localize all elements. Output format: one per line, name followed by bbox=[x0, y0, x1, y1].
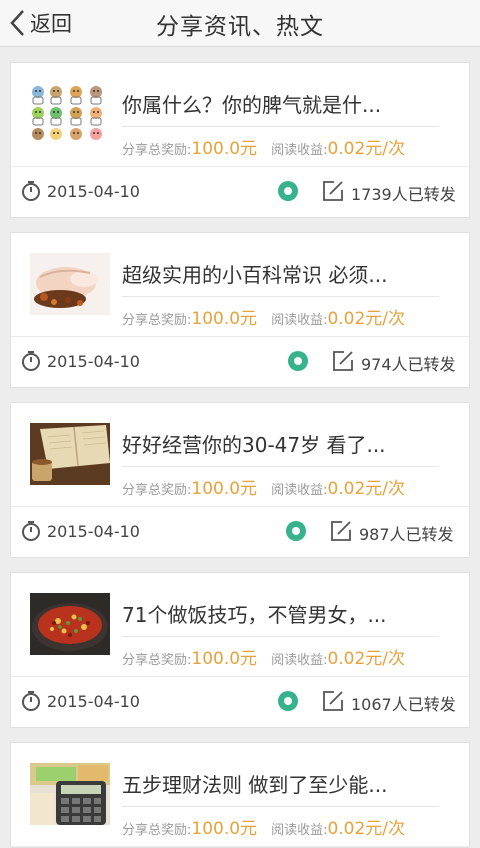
stopwatch-icon bbox=[22, 181, 40, 201]
article-card[interactable]: 71个做饭技巧，不管男女，... 分享总奖励:100.0元 阅读收益:0.02元/… bbox=[10, 572, 470, 728]
divider bbox=[122, 296, 439, 297]
book-and-tea-image bbox=[30, 423, 110, 485]
date-group: 2015-04-10 bbox=[21, 350, 140, 372]
spa-face-image bbox=[30, 253, 110, 315]
income-label: 阅读收益: bbox=[271, 823, 328, 838]
article-stats: 分享总奖励:100.0元 阅读收益:0.02元/次 bbox=[122, 474, 405, 499]
divider bbox=[122, 466, 439, 467]
article-title: 你属什么？你的脾气就是什... bbox=[122, 93, 382, 117]
income-label: 阅读收益: bbox=[271, 483, 328, 498]
forward-icon[interactable] bbox=[321, 689, 345, 713]
moments-share-icon[interactable] bbox=[287, 350, 309, 372]
article-title: 好好经营你的30-47岁 看了... bbox=[122, 433, 386, 457]
article-card[interactable]: 超级实用的小百科常识 必须... 分享总奖励:100.0元 阅读收益:0.02元/… bbox=[10, 232, 470, 388]
moments-share-icon[interactable] bbox=[277, 690, 299, 712]
forward-icon[interactable] bbox=[331, 349, 355, 373]
article-title: 五步理财法则 做到了至少能... bbox=[122, 773, 388, 797]
date-group: 2015-04-10 bbox=[21, 690, 140, 712]
reward-amount: 100.0元 bbox=[191, 479, 258, 499]
article-list: 你属什么？你的脾气就是什... 分享总奖励:100.0元 阅读收益:0.02元/次… bbox=[0, 62, 480, 848]
reward-amount: 100.0元 bbox=[191, 139, 258, 159]
divider bbox=[122, 806, 439, 807]
moments-share-icon[interactable] bbox=[277, 180, 299, 202]
article-stats: 分享总奖励:100.0元 阅读收益:0.02元/次 bbox=[122, 814, 405, 839]
forward-count: 1067人已转发 bbox=[351, 695, 456, 714]
reward-amount: 100.0元 bbox=[191, 649, 258, 669]
article-main[interactable]: 好好经营你的30-47岁 看了... 分享总奖励:100.0元 阅读收益:0.02… bbox=[11, 403, 469, 507]
article-title: 71个做饭技巧，不管男女，... bbox=[122, 603, 387, 627]
income-amount: 0.02元/次 bbox=[327, 309, 406, 329]
reward-label: 分享总奖励: bbox=[122, 143, 192, 158]
article-main[interactable]: 超级实用的小百科常识 必须... 分享总奖励:100.0元 阅读收益:0.02元/… bbox=[11, 233, 469, 337]
forward-count: 974人已转发 bbox=[361, 355, 456, 374]
income-amount: 0.02元/次 bbox=[327, 139, 406, 159]
date-group: 2015-04-10 bbox=[21, 520, 140, 542]
reward-amount: 100.0元 bbox=[191, 309, 258, 329]
article-stats: 分享总奖励:100.0元 阅读收益:0.02元/次 bbox=[122, 304, 405, 329]
article-card[interactable]: 好好经营你的30-47岁 看了... 分享总奖励:100.0元 阅读收益:0.02… bbox=[10, 402, 470, 558]
forward-icon[interactable] bbox=[321, 179, 345, 203]
forward-count: 1739人已转发 bbox=[351, 185, 456, 204]
article-title: 超级实用的小百科常识 必须... bbox=[122, 263, 388, 287]
publish-date: 2015-04-10 bbox=[47, 521, 140, 541]
income-amount: 0.02元/次 bbox=[327, 649, 406, 669]
income-amount: 0.02元/次 bbox=[327, 819, 406, 839]
article-main[interactable]: 你属什么？你的脾气就是什... 分享总奖励:100.0元 阅读收益:0.02元/次 bbox=[11, 63, 469, 167]
income-label: 阅读收益: bbox=[271, 313, 328, 328]
income-label: 阅读收益: bbox=[271, 143, 328, 158]
stopwatch-icon bbox=[22, 691, 40, 711]
reward-label: 分享总奖励: bbox=[122, 483, 192, 498]
cooked-dish-image bbox=[30, 593, 110, 655]
reward-label: 分享总奖励: bbox=[122, 823, 192, 838]
zodiac-animals-image bbox=[30, 83, 110, 145]
divider bbox=[122, 126, 439, 127]
date-group: 2015-04-10 bbox=[21, 180, 140, 202]
publish-date: 2015-04-10 bbox=[47, 691, 140, 711]
article-footer: 2015-04-10 987人已转发 bbox=[11, 507, 469, 557]
page-title: 分享资讯、热文 bbox=[156, 14, 324, 40]
reward-label: 分享总奖励: bbox=[122, 653, 192, 668]
reward-amount: 100.0元 bbox=[191, 819, 258, 839]
article-stats: 分享总奖励:100.0元 阅读收益:0.02元/次 bbox=[122, 644, 405, 669]
article-stats: 分享总奖励:100.0元 阅读收益:0.02元/次 bbox=[122, 134, 405, 159]
article-footer: 2015-04-10 974人已转发 bbox=[11, 337, 469, 387]
reward-label: 分享总奖励: bbox=[122, 313, 192, 328]
income-amount: 0.02元/次 bbox=[327, 479, 406, 499]
income-label: 阅读收益: bbox=[271, 653, 328, 668]
moments-share-icon[interactable] bbox=[285, 520, 307, 542]
article-card[interactable]: 五步理财法则 做到了至少能... 分享总奖励:100.0元 阅读收益:0.02元/… bbox=[10, 742, 470, 848]
stopwatch-icon bbox=[22, 521, 40, 541]
article-footer: 2015-04-10 1739人已转发 bbox=[11, 167, 469, 217]
publish-date: 2015-04-10 bbox=[47, 181, 140, 201]
article-card[interactable]: 你属什么？你的脾气就是什... 分享总奖励:100.0元 阅读收益:0.02元/次… bbox=[10, 62, 470, 218]
publish-date: 2015-04-10 bbox=[47, 351, 140, 371]
article-footer: 2015-04-10 1067人已转发 bbox=[11, 677, 469, 727]
calculator-money-image bbox=[30, 763, 110, 825]
forward-count: 987人已转发 bbox=[359, 525, 454, 544]
top-bar: 返回 分享资讯、热文 bbox=[0, 0, 480, 47]
article-main[interactable]: 71个做饭技巧，不管男女，... 分享总奖励:100.0元 阅读收益:0.02元/… bbox=[11, 573, 469, 677]
forward-icon[interactable] bbox=[329, 519, 353, 543]
article-main[interactable]: 五步理财法则 做到了至少能... 分享总奖励:100.0元 阅读收益:0.02元/… bbox=[11, 743, 469, 847]
stopwatch-icon bbox=[22, 351, 40, 371]
divider bbox=[122, 636, 439, 637]
